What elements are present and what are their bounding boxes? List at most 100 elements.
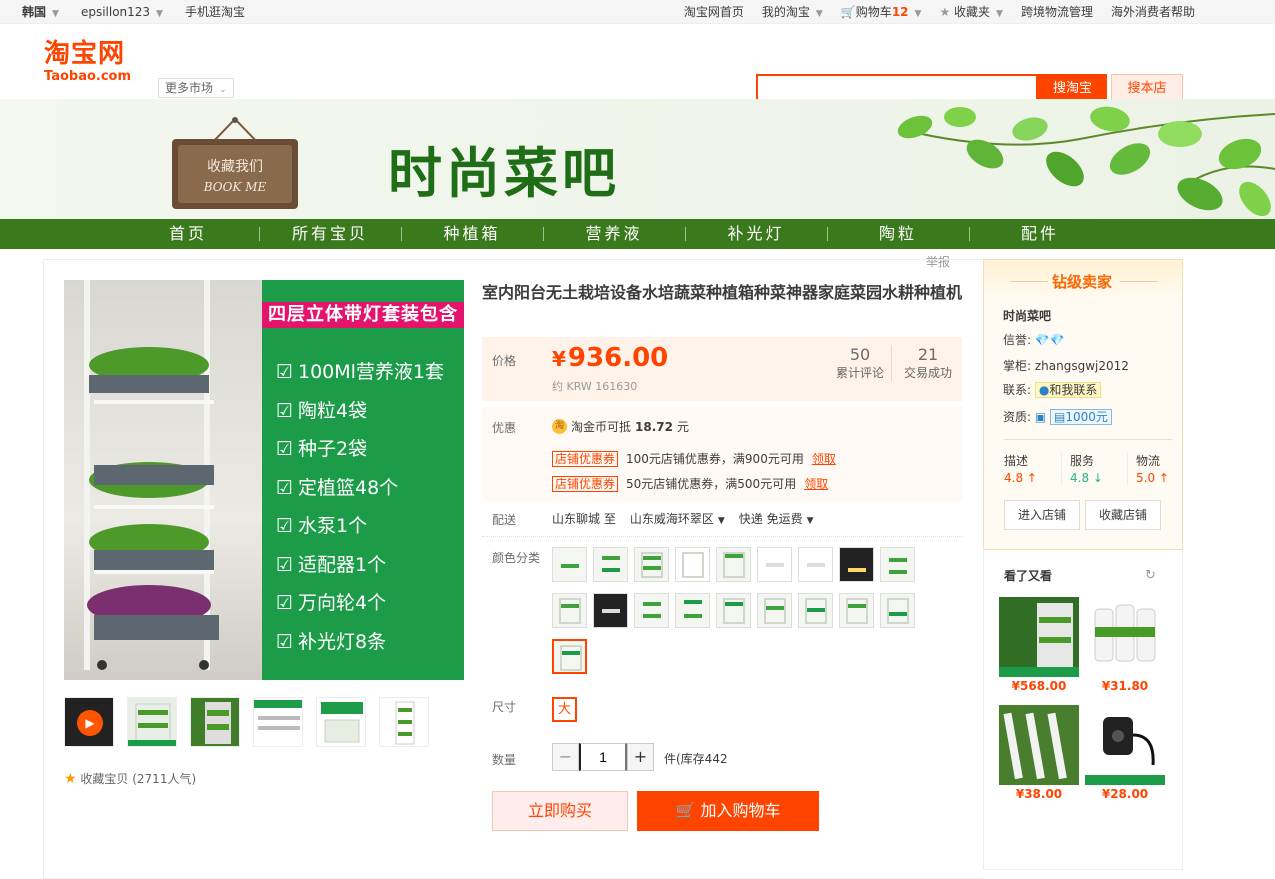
color-option[interactable]	[798, 593, 833, 628]
contact-me-button[interactable]: ●和我联系	[1034, 382, 1102, 398]
color-option-selected[interactable]	[552, 639, 587, 674]
chevron-down-icon: ⌄	[219, 85, 227, 95]
color-option[interactable]	[839, 547, 874, 582]
star-icon: ★	[939, 5, 951, 19]
header: 淘宝网 Taobao.com 更多市场 ⌄ 搜淘宝 搜本店	[0, 24, 1275, 103]
seller-shop-name[interactable]: 时尚菜吧	[1003, 307, 1051, 324]
shipping-selector[interactable]: 快递 免运费 ▼	[739, 510, 814, 527]
nav-nutrient[interactable]: 营养液	[543, 219, 685, 249]
quantity-stepper: − +	[552, 743, 654, 771]
color-option[interactable]	[675, 547, 710, 582]
color-option[interactable]	[798, 547, 833, 582]
logistics-link[interactable]: 跨境物流管理	[1021, 0, 1093, 26]
thumbnail[interactable]	[127, 697, 177, 747]
color-option[interactable]	[675, 593, 710, 628]
color-option[interactable]	[880, 547, 915, 582]
cart-icon: 🛒	[840, 5, 856, 19]
color-option[interactable]	[757, 547, 792, 582]
deposit-badge[interactable]: ▤1000元	[1050, 409, 1112, 425]
destination-selector[interactable]: 山东威海环翠区 ▼	[630, 510, 725, 527]
nav-clay-pebbles[interactable]: 陶粒	[827, 219, 969, 249]
related-item[interactable]: ¥568.00	[999, 597, 1079, 693]
decrease-button[interactable]: −	[552, 743, 579, 771]
size-label: 尺寸	[492, 700, 517, 714]
related-image	[1085, 705, 1165, 785]
quantity-input[interactable]	[579, 743, 627, 771]
chevron-down-icon: ▼	[806, 516, 814, 526]
color-option[interactable]	[552, 547, 587, 582]
taobao-logo[interactable]: 淘宝网 Taobao.com	[44, 40, 140, 90]
review-stat[interactable]: 50 累计评论	[835, 345, 885, 381]
color-option[interactable]	[593, 593, 628, 628]
related-item[interactable]: ¥28.00	[1085, 705, 1165, 801]
user-menu[interactable]: epsillon123 ▼	[81, 0, 163, 26]
mobile-taobao-link[interactable]: 手机逛淘宝	[185, 0, 245, 26]
related-item[interactable]: ¥31.80	[1085, 597, 1165, 693]
region-selector[interactable]: 韩国 ▼	[22, 0, 59, 26]
more-market-dropdown[interactable]: 更多市场 ⌄	[158, 78, 234, 98]
thumbnail[interactable]	[379, 697, 429, 747]
related-image	[999, 597, 1079, 677]
quantity-label: 数量	[492, 753, 517, 767]
chevron-down-icon: ▼	[156, 9, 163, 19]
promo-item: ☑ 水泵1个	[276, 512, 444, 551]
seller-keeper: 掌柜: zhangsgwj2012	[1003, 359, 1129, 373]
check-icon: ☑	[276, 399, 294, 422]
color-option[interactable]	[716, 593, 751, 628]
color-option[interactable]	[552, 593, 587, 628]
site-nav-bar: 韩国 ▼ epsillon123 ▼ 手机逛淘宝 淘宝网首页 我的淘宝 ▼ 🛒购物车1…	[0, 0, 1275, 24]
overseas-help-link[interactable]: 海外消费者帮助	[1111, 0, 1195, 26]
book-me-sign[interactable]: 收藏我们 BOOK ME	[170, 115, 300, 211]
price-krw: 约 KRW 161630	[552, 380, 638, 393]
color-option[interactable]	[634, 593, 669, 628]
size-option-selected[interactable]: 大	[552, 697, 577, 722]
coupon-tag: 店铺优惠券	[552, 475, 619, 492]
chevron-down-icon: ▼	[717, 516, 725, 526]
stock-info: 件(库存442	[664, 752, 728, 766]
delivery-info: 山东聊城 至 山东威海环翠区 ▼ 快递 免运费 ▼	[552, 510, 814, 527]
promo-header: 四层立体带灯套装包含	[262, 302, 464, 328]
nav-all-items[interactable]: 所有宝贝	[259, 219, 401, 249]
buy-now-button[interactable]: 立即购买	[492, 791, 628, 831]
favorite-shop-button[interactable]: 收藏店铺	[1085, 500, 1161, 530]
color-option[interactable]	[757, 593, 792, 628]
enter-shop-button[interactable]: 进入店铺	[1004, 500, 1080, 530]
claim-coupon-link[interactable]: 领取	[812, 450, 836, 467]
color-option[interactable]	[880, 593, 915, 628]
id-card-icon[interactable]: ▣	[1035, 410, 1046, 424]
divider	[1004, 439, 1172, 440]
promo-item: ☑ 万向轮4个	[276, 589, 444, 628]
shop-title: 时尚菜吧	[388, 142, 620, 205]
leaves-decoration	[897, 106, 1275, 217]
promo-label: 优惠	[492, 421, 517, 435]
score-logistics: 物流 5.0 ↑	[1136, 454, 1169, 485]
add-to-cart-button[interactable]: 🛒 加入购物车	[637, 791, 819, 831]
thumbnail[interactable]	[253, 697, 303, 747]
main-product-image[interactable]: 四层立体带灯套装包含 ☑ 100Ml营养液1套 ☑ 陶粒4袋 ☑ 种子2袋 ☑ 定植篮4…	[64, 280, 464, 680]
cart-icon: 🛒	[675, 801, 696, 820]
related-title: 看了又看	[1004, 569, 1053, 583]
color-option[interactable]	[634, 547, 669, 582]
nav-grow-light[interactable]: 补光灯	[685, 219, 827, 249]
thumbnail-strip: ▶	[64, 697, 429, 747]
favorite-item[interactable]: ★ 收藏宝贝 (2711人气)	[64, 770, 196, 787]
favorites-menu[interactable]: ★ 收藏夹 ▼	[939, 0, 1003, 26]
claim-coupon-link[interactable]: 领取	[804, 475, 828, 492]
nav-planting-box[interactable]: 种植箱	[401, 219, 543, 249]
video-thumbnail[interactable]: ▶	[64, 697, 114, 747]
related-item[interactable]: ¥38.00	[999, 705, 1079, 801]
increase-button[interactable]: +	[627, 743, 654, 771]
thumbnail[interactable]	[190, 697, 240, 747]
taobao-home-link[interactable]: 淘宝网首页	[684, 0, 744, 26]
cart-link[interactable]: 🛒购物车12 ▼	[841, 0, 922, 26]
thumbnail[interactable]	[316, 697, 366, 747]
refresh-icon[interactable]: ↻	[1145, 568, 1156, 583]
my-taobao-menu[interactable]: 我的淘宝 ▼	[762, 0, 823, 26]
nav-accessories[interactable]: 配件	[969, 219, 1111, 249]
color-option[interactable]	[839, 593, 874, 628]
color-option[interactable]	[593, 547, 628, 582]
shield-icon: ▤	[1054, 410, 1066, 424]
nav-home[interactable]: 首页	[117, 219, 259, 249]
score-description: 描述 4.8 ↑	[1004, 452, 1062, 485]
color-option[interactable]	[716, 547, 751, 582]
